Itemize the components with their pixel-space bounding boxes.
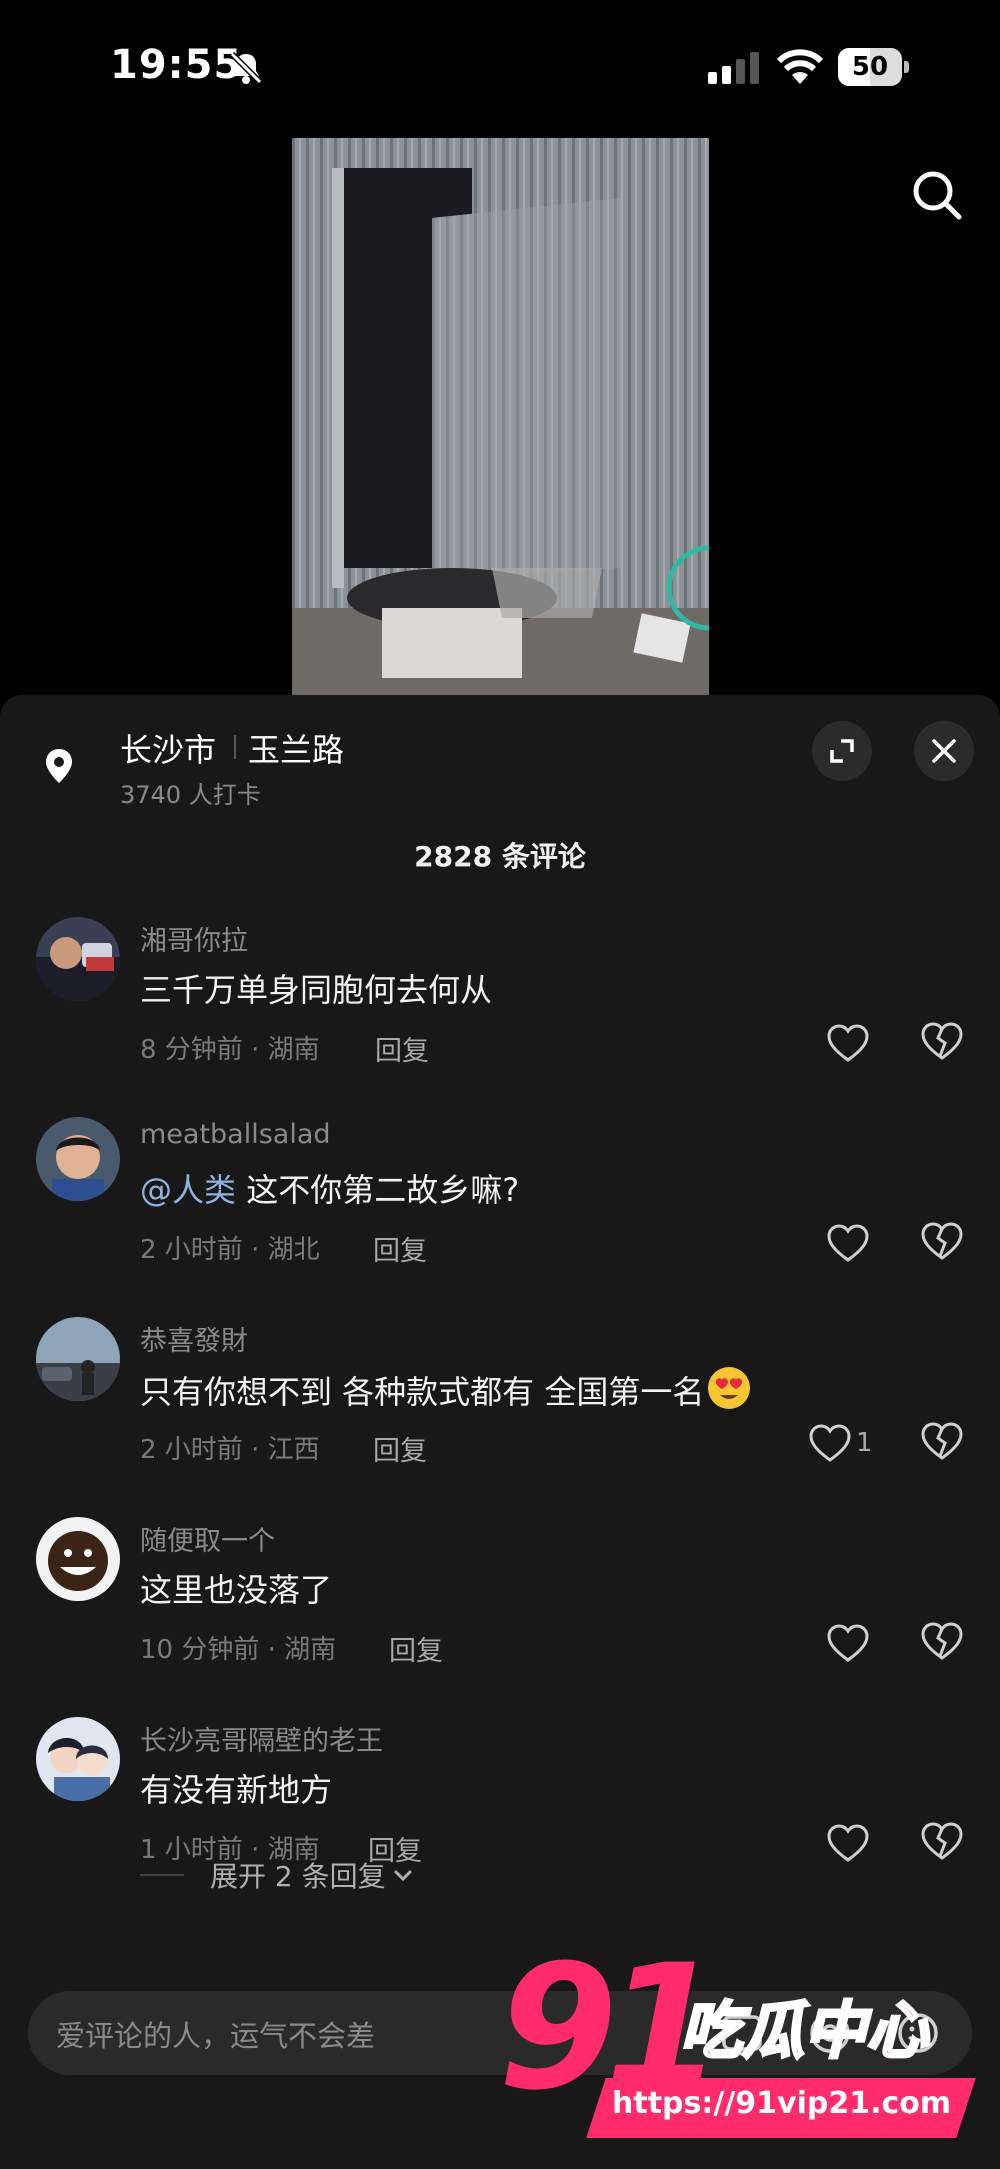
chevron-down-icon xyxy=(394,1870,412,1882)
broken-heart-icon xyxy=(921,1422,963,1460)
dislike-button[interactable] xyxy=(920,1821,964,1865)
heart-icon xyxy=(827,1224,869,1262)
video-image[interactable] xyxy=(292,138,709,695)
wifi-icon xyxy=(776,49,824,84)
broken-heart-icon xyxy=(921,1622,963,1660)
comment-text: 三千万单身同胞何去何从 xyxy=(140,971,493,1009)
comment-item: 随便取一个 这里也没落了 10 分钟前 · 湖南 回复 xyxy=(0,1517,1000,1717)
location-city[interactable]: 长沙市 xyxy=(120,725,216,771)
broken-heart-icon xyxy=(921,1022,963,1060)
watermark-url: https://91vip21.com xyxy=(612,2086,952,2121)
heart-icon xyxy=(809,1424,851,1462)
like-button[interactable] xyxy=(826,1821,874,1865)
dislike-button[interactable] xyxy=(920,1021,964,1065)
search-icon[interactable] xyxy=(902,160,972,230)
avatar[interactable] xyxy=(36,917,120,1001)
mention-link[interactable]: @人类 xyxy=(140,1171,236,1209)
comment-text-body: 只有你想不到 各种款式都有 全国第一名 xyxy=(140,1373,705,1411)
comment-meta: 2 小时前 · 湖北 xyxy=(140,1235,320,1265)
comment-text: @人类 这不你第二故乡嘛? xyxy=(140,1165,519,1211)
broken-heart-icon xyxy=(921,1222,963,1260)
like-button[interactable] xyxy=(826,1021,874,1065)
expand-divider xyxy=(140,1874,184,1876)
broken-heart-icon xyxy=(921,1822,963,1860)
close-icon xyxy=(932,739,956,763)
heart-icon xyxy=(827,1824,869,1862)
avatar[interactable] xyxy=(36,1117,120,1201)
reply-button[interactable]: 回复 xyxy=(373,1229,427,1268)
signal-icon xyxy=(708,52,759,84)
reply-button[interactable]: 回复 xyxy=(389,1629,443,1668)
avatar[interactable] xyxy=(36,1317,120,1401)
comment-text: 有没有新地方 xyxy=(140,1771,333,1809)
comment-text: 只有你想不到 各种款式都有 全国第一名 xyxy=(140,1365,752,1413)
avatar[interactable] xyxy=(36,1717,120,1801)
expand-button[interactable] xyxy=(812,721,872,781)
like-button[interactable]: 1 xyxy=(808,1421,873,1465)
comment-text: 这里也没落了 xyxy=(140,1571,333,1609)
emoji-heart-eyes-icon xyxy=(708,1367,751,1409)
comment-item: meatballsalad @人类 这不你第二故乡嘛? 2 小时前 · 湖北 回… xyxy=(0,1117,1000,1317)
expand-icon xyxy=(830,739,854,763)
heart-icon xyxy=(827,1624,869,1662)
like-button[interactable] xyxy=(826,1221,874,1265)
watermark-logo: 91 吃瓜中心 https://91vip21.com xyxy=(498,1942,978,2160)
comment-username[interactable]: meatballsalad xyxy=(140,1119,331,1150)
like-count: 1 xyxy=(856,1428,873,1458)
expand-replies-label: 展开 2 条回复 xyxy=(210,1860,386,1893)
battery-text: 50 xyxy=(851,52,889,82)
video-area[interactable] xyxy=(0,130,1000,695)
location-divider xyxy=(234,735,236,759)
like-button[interactable] xyxy=(826,1621,874,1665)
dislike-button[interactable] xyxy=(920,1621,964,1665)
dislike-button[interactable] xyxy=(920,1421,964,1465)
close-button[interactable] xyxy=(914,721,974,781)
comment-meta: 10 分钟前 · 湖南 xyxy=(140,1635,337,1665)
comment-username[interactable]: 恭喜發財 xyxy=(140,1319,248,1358)
comment-count: 2828 条评论 xyxy=(414,840,586,873)
comment-item: 湘哥你拉 三千万单身同胞何去何从 8 分钟前 · 湖南 回复 xyxy=(0,917,1000,1117)
checkin-count: 3740 人打卡 xyxy=(120,781,261,809)
reply-button[interactable]: 回复 xyxy=(375,1029,429,1068)
expand-replies-button[interactable]: 展开 2 条回复 xyxy=(140,1855,414,1895)
comment-text-body: 这不你第二故乡嘛? xyxy=(236,1171,520,1209)
comment-input-placeholder: 爱评论的人，运气不会差 xyxy=(56,2019,376,2053)
comment-username[interactable]: 随便取一个 xyxy=(140,1519,275,1558)
status-time: 19:55 xyxy=(110,42,243,88)
comment-username[interactable]: 长沙亮哥隔壁的老王 xyxy=(140,1719,383,1758)
location-road[interactable]: 玉兰路 xyxy=(248,725,344,771)
watermark-name: 吃瓜中心 xyxy=(678,1993,929,2069)
reply-button[interactable]: 回复 xyxy=(373,1429,427,1468)
dislike-button[interactable] xyxy=(920,1221,964,1265)
status-bar: 19:55 50 xyxy=(0,0,1000,130)
mute-icon xyxy=(229,51,263,85)
location-pin-icon xyxy=(46,749,72,783)
comment-username[interactable]: 湘哥你拉 xyxy=(140,919,248,958)
battery: 50 xyxy=(838,48,910,86)
avatar[interactable] xyxy=(36,1517,120,1601)
comment-meta: 2 小时前 · 江西 xyxy=(140,1435,320,1465)
comment-meta: 8 分钟前 · 湖南 xyxy=(140,1035,320,1065)
comment-item: 恭喜發財 只有你想不到 各种款式都有 全国第一名 2 小时前 · 江西 回复 1 xyxy=(0,1317,1000,1517)
heart-icon xyxy=(827,1024,869,1062)
